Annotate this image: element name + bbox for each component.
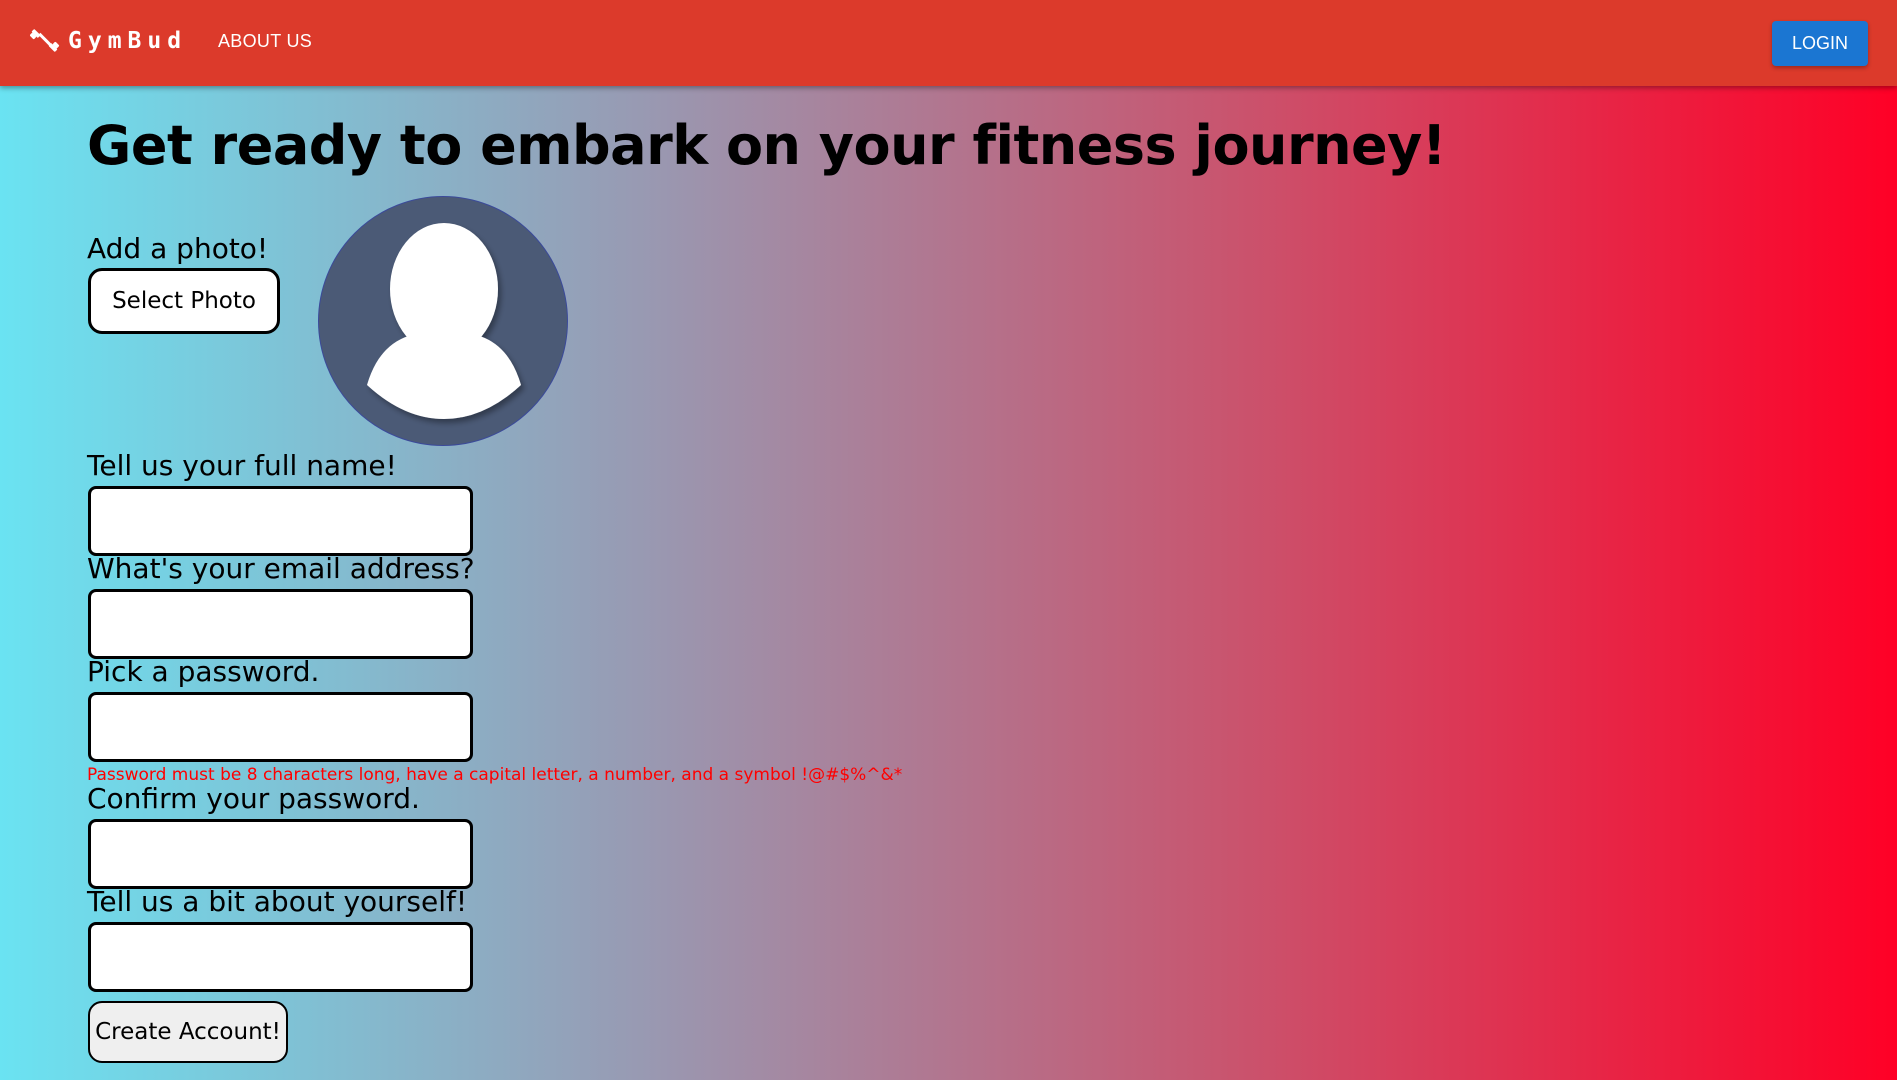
email-input[interactable] (88, 589, 473, 659)
confirm-password-label: Confirm your password. (87, 782, 420, 815)
password-label: Pick a password. (87, 655, 320, 688)
full-name-input[interactable] (88, 486, 473, 556)
default-user-avatar-icon (318, 196, 568, 446)
about-yourself-label: Tell us a bit about yourself! (87, 885, 468, 918)
top-navbar: GymBud ABOUT US LOGIN (0, 0, 1897, 86)
brand-logo[interactable]: GymBud (29, 26, 188, 56)
dumbbell-icon (29, 26, 60, 56)
about-yourself-input[interactable] (88, 922, 473, 992)
email-label: What's your email address? (87, 552, 475, 585)
create-account-button[interactable]: Create Account! (88, 1001, 288, 1063)
add-photo-label: Add a photo! (87, 232, 269, 265)
select-photo-button[interactable]: Select Photo (88, 268, 280, 334)
page-title: Get ready to embark on your fitness jour… (87, 114, 1447, 177)
password-input[interactable] (88, 692, 473, 762)
nav-link-about-us[interactable]: ABOUT US (218, 31, 312, 52)
login-button[interactable]: LOGIN (1772, 21, 1868, 66)
full-name-label: Tell us your full name! (87, 449, 397, 482)
brand-name: GymBud (68, 28, 188, 54)
confirm-password-input[interactable] (88, 819, 473, 889)
